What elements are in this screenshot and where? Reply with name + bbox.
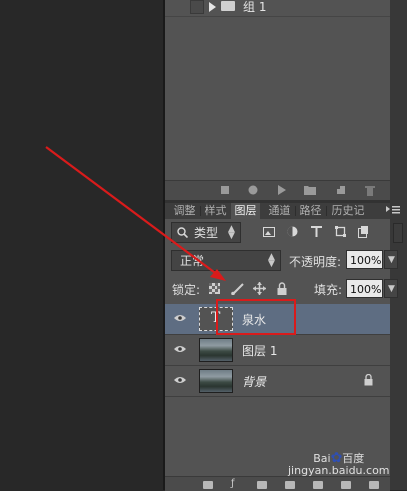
annotation-overlay <box>45 146 296 335</box>
watermark-url: jingyan.baidu.com <box>288 464 390 477</box>
watermark: Bai✿百度 jingyan.baidu.com <box>288 451 390 477</box>
annotation-arrow-line <box>45 146 219 276</box>
annotation-highlight-box <box>216 299 296 335</box>
